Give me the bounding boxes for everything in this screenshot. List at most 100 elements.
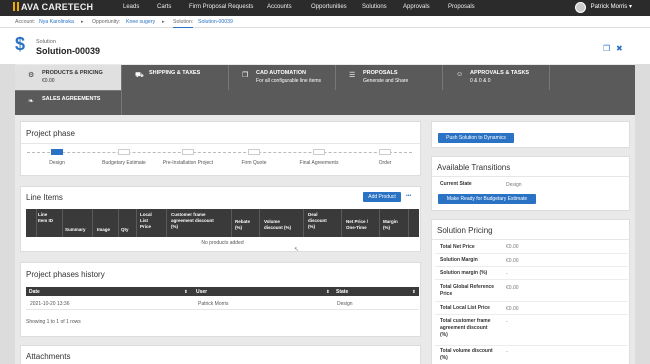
proposal-icon: ☰ [349,72,356,79]
breadcrumb-account-label: Account: [15,19,36,25]
tab-approvals-tasks[interactable]: ☺ APPROVALS & TASKS 0 & 0 & 0 [443,65,550,90]
col-line-item-id[interactable]: Line Item ID [38,212,53,224]
tab-title: CAD AUTOMATION [256,70,307,76]
col-deal-discount[interactable]: Deal discount (%) [308,212,327,230]
col-qty[interactable]: Qty [121,227,129,233]
phase-label: Pre-Installation Project [162,160,214,166]
tab-proposals[interactable]: ☰ PROPOSALS Generate and Share [336,65,443,90]
history-user: Patrick Morris [198,301,229,307]
pricing-value: - [506,319,508,325]
nav-carts[interactable]: Carts [157,4,171,10]
sort-icon[interactable]: ⬍ [412,289,416,295]
phase-node-design[interactable] [51,149,63,155]
history-title: Project phases history [26,270,105,279]
tab-products-pricing[interactable]: ⚙ PRODUCTS & PRICING €0.00 [15,65,122,90]
user-name: Patrick Morris ▾ [590,4,632,10]
page-header: $ Solution Solution-00039 ❐ ✖ [0,28,650,64]
add-product-button[interactable]: Add Product [363,192,401,202]
nav-opportunities[interactable]: Opportunities [311,4,347,10]
pricing-label: Total customer frame agreement discount (%… [440,318,491,338]
tab-subtitle: Generate and Share [363,78,409,84]
history-panel: Project phases history [20,262,421,337]
phase-node-pre-installation[interactable] [182,149,194,155]
col-local-list-price[interactable]: Local List Price [140,212,152,230]
top-navbar: AVA CARETECH Leads Carts Firm Proposal R… [0,0,650,16]
breadcrumb-opportunity-label: Opportunity: [92,19,121,25]
phase-node-firm-quote[interactable] [248,149,260,155]
history-date: 2021-10-20 13:36 [30,301,70,307]
logo-mark-icon [13,2,19,11]
tab-title: PRODUCTS & PRICING [42,70,103,76]
breadcrumb-opportunity-link[interactable]: Knee sugery [126,19,155,25]
phase-node-order[interactable] [379,149,391,155]
avatar [574,2,586,13]
breadcrumb: Account: Nya Karolinska ▸ Opportunity: K… [0,16,650,28]
phase-node-final-agreements[interactable] [313,149,325,155]
object-type: Solution [36,39,56,45]
mouse-cursor-icon: ↖ [294,247,300,253]
pricing-title: Solution Pricing [437,226,493,235]
col-summary[interactable]: Summary [65,227,86,233]
col-image[interactable]: Image [97,227,110,233]
tab-subtitle: 0 & 0 & 0 [470,78,491,84]
col-date[interactable]: Date [29,289,40,295]
make-ready-budgetary-estimate-button[interactable]: Make Ready for Budgetary Estimate [438,194,536,204]
history-table-header: Date ⬍ User ⬍ State ⬍ [26,287,419,296]
tab-title: APPROVALS & TASKS [470,70,530,76]
phase-label: Budgetary Estimate [102,160,146,166]
copy-icon[interactable]: ❐ [603,44,610,53]
nav-leads[interactable]: Leads [123,4,139,10]
project-phase-panel: Project phase [20,121,421,176]
pricing-value: €0.00 [506,306,519,312]
user-menu[interactable]: Patrick Morris ▾ [574,2,632,13]
pricing-label: Total Local List Price [440,305,490,311]
current-state-value: Design [506,182,522,188]
tab-shipping-taxes[interactable]: ⛟ SHIPPING & TAXES [122,65,229,90]
col-net-price[interactable]: Net Price / One-Time [346,219,368,231]
nav-approvals[interactable]: Approvals [403,4,430,10]
phase-label: Final Agreements [299,160,339,166]
nav-proposals[interactable]: Proposals [448,4,475,10]
breadcrumb-account-link[interactable]: Nya Karolinska [39,19,74,25]
breadcrumb-separator-icon: ▸ [81,19,84,25]
pricing-label: Solution margin (%) [440,270,488,276]
col-state[interactable]: State [336,289,348,295]
nav-solutions[interactable]: Solutions [362,4,387,10]
sort-icon[interactable]: ⬍ [184,289,188,295]
sort-icon[interactable]: ⬍ [326,289,330,295]
trash-icon[interactable]: ✖ [616,44,623,53]
col-margin[interactable]: Margin (%) [383,219,398,231]
app-logo[interactable]: AVA CARETECH [13,2,93,12]
truck-icon: ⛟ [135,72,144,79]
page-title: Solution-00039 [36,46,101,56]
tab-title: SALES AGREEMENTS [42,96,101,102]
tab-sales-agreements[interactable]: ❧ SALES AGREEMENTS [15,90,122,115]
breadcrumb-solution-link[interactable]: Solution-00039 [198,19,233,25]
person-icon: ☺ [456,71,464,78]
more-options-icon[interactable]: ••• [406,193,411,199]
col-user[interactable]: User [196,289,207,295]
history-state: Design [337,301,353,307]
pricing-value: €0.00 [506,244,519,250]
tab-subtitle: For all configurable line items [256,78,322,84]
solution-tabs: ⚙ PRODUCTS & PRICING €0.00 ⛟ SHIPPING & … [15,65,635,115]
col-customer-frame-agreement-discount[interactable]: Customer frame agreement discount (%) [171,212,214,230]
push-to-dynamics-button[interactable]: Push Solution to Dynamics [438,133,514,143]
pricing-label: Total Global Reference Price [440,284,495,297]
phase-node-budgetary-estimate[interactable] [118,149,130,155]
pricing-value: €0.00 [506,258,519,264]
breadcrumb-solution-label: Solution: [173,19,194,28]
pricing-value: - [506,349,508,355]
pricing-value: - [506,271,508,277]
line-items-title: Line Items [26,193,63,202]
attachments-title: Attachments [26,352,71,361]
col-volume-discount[interactable]: Volume discount (%) [264,219,291,231]
nav-firm-proposal-requests[interactable]: Firm Proposal Requests [189,4,253,10]
nav-accounts[interactable]: Accounts [267,4,292,10]
pricing-value: €0.00 [506,285,519,291]
col-rebate[interactable]: Rebate (%) [235,219,250,231]
phase-label: Firm Quote [241,160,267,166]
gear-icon: ⚙ [28,72,35,79]
tab-cad-automation[interactable]: ❐ CAD AUTOMATION For all configurable li… [229,65,336,90]
line-items-header: Line Item ID Summary Image Qty Local List P… [26,209,419,237]
